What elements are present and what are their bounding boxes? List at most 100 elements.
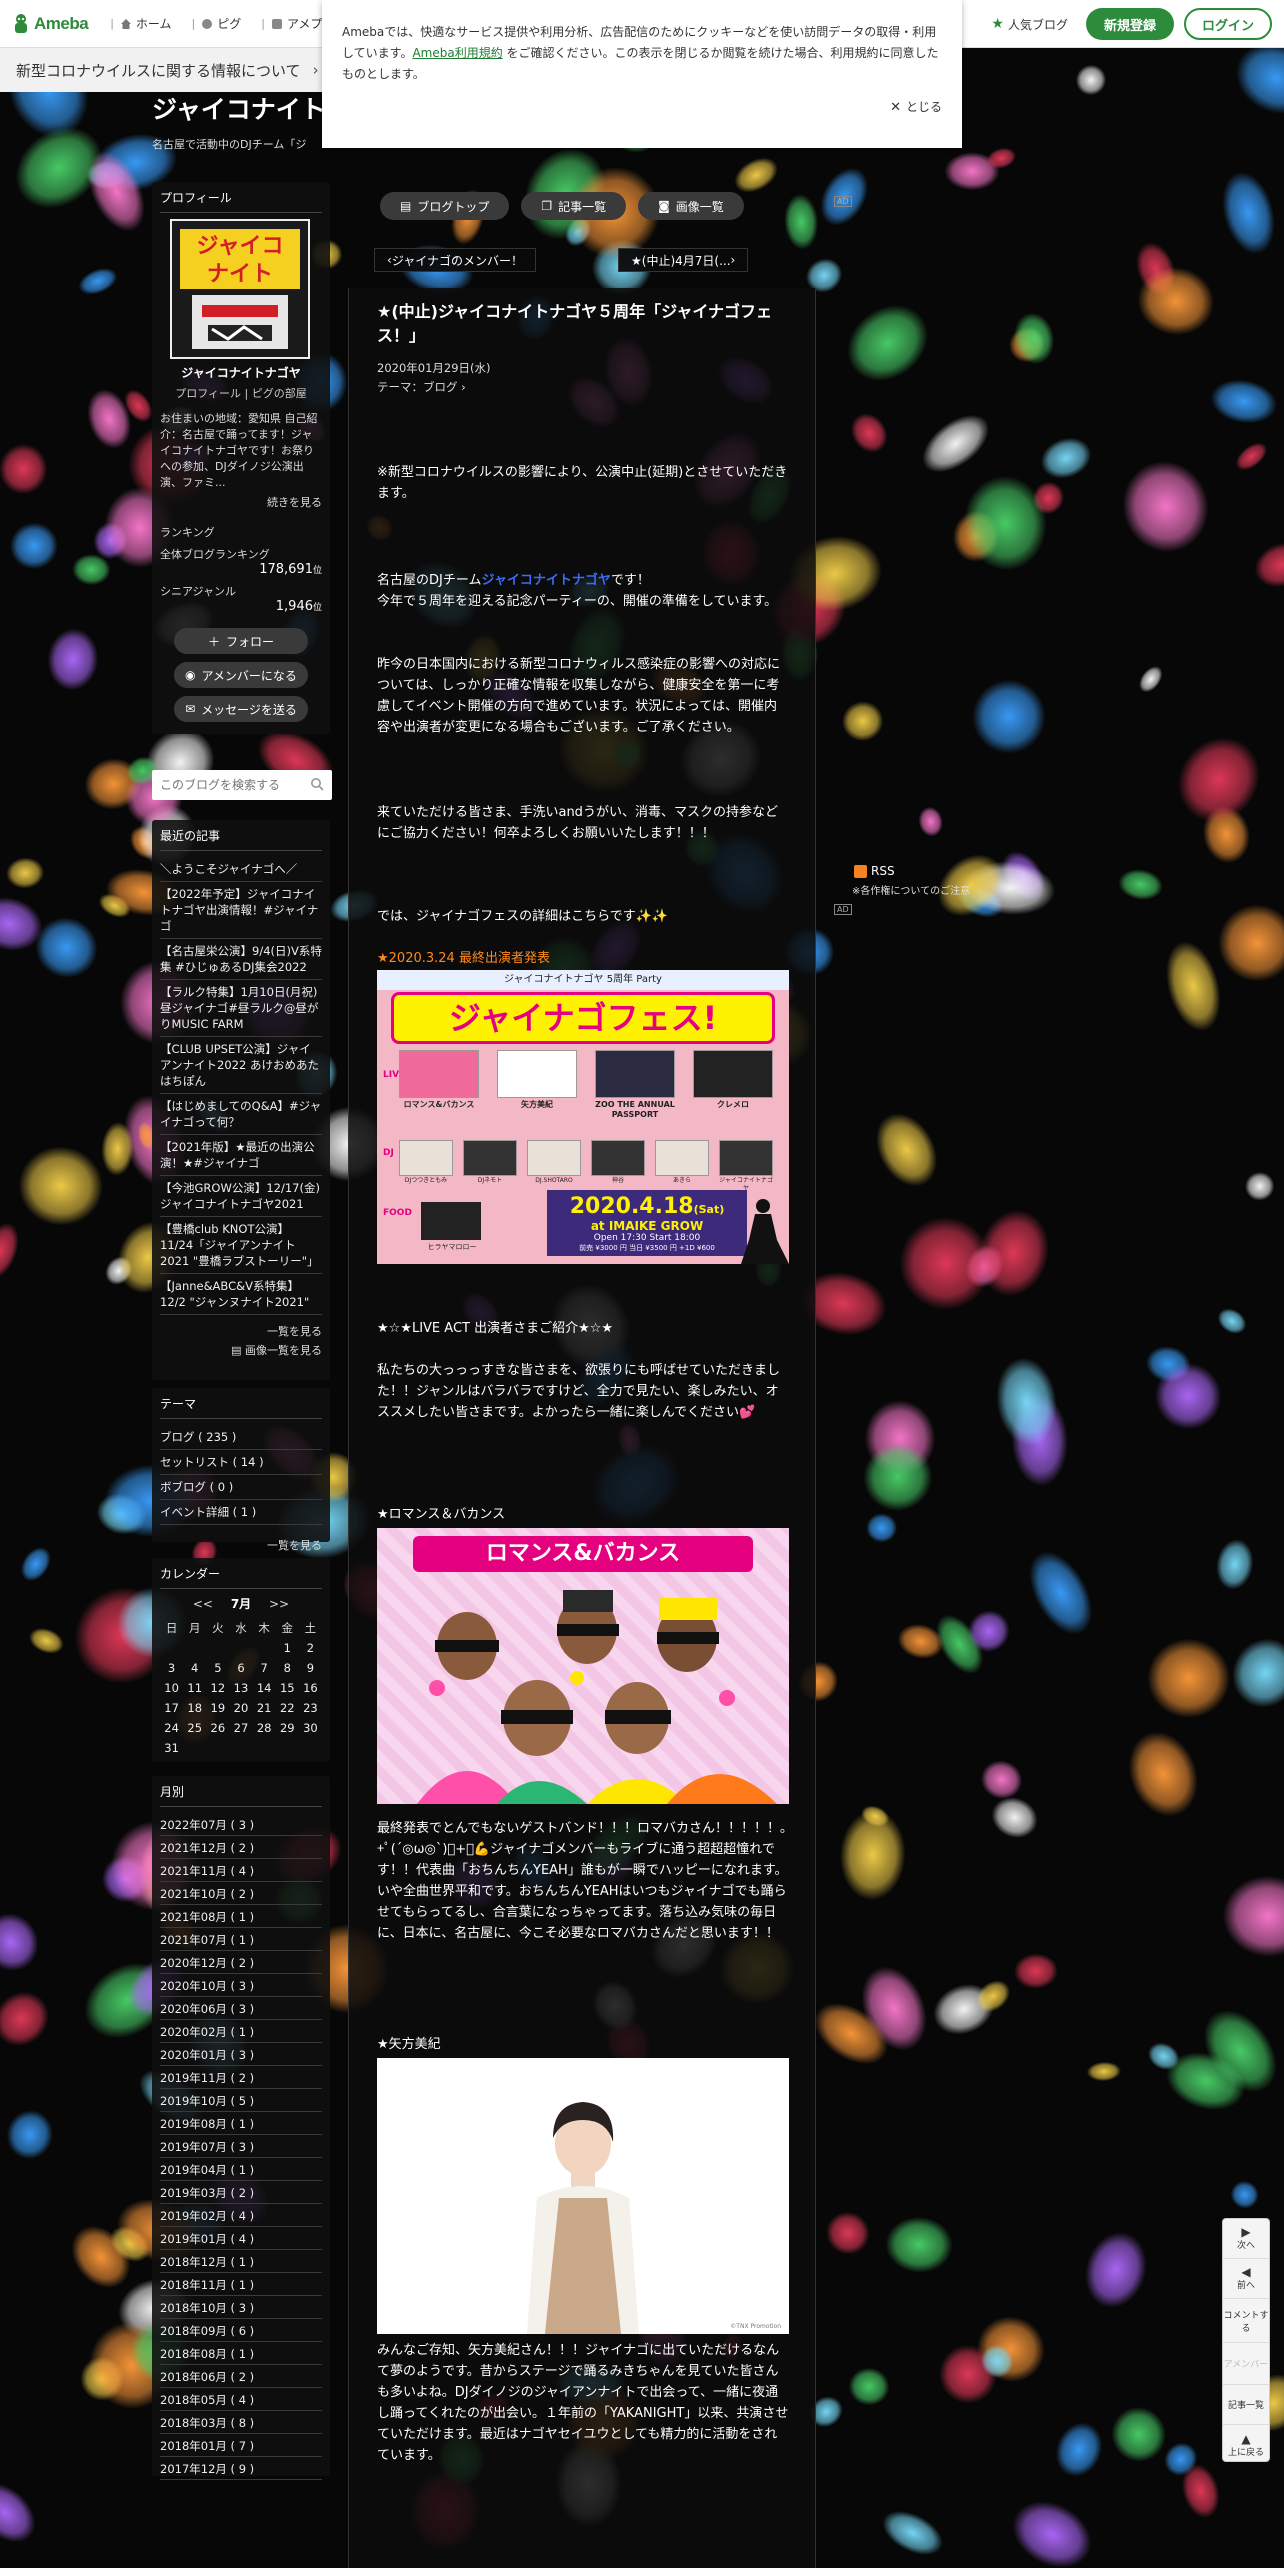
- cookie-close-button[interactable]: ✕ とじる: [890, 97, 942, 118]
- tab-blog-top[interactable]: ▤ ブログトップ: [380, 192, 510, 220]
- ameba-logo[interactable]: Ameba: [12, 0, 89, 48]
- archive-item[interactable]: 2021年11月 ( 4 ): [160, 1859, 322, 1882]
- archive-item[interactable]: 2017年12月 ( 9 ): [160, 2457, 322, 2480]
- nav-pigg[interactable]: | ピグ: [182, 0, 252, 48]
- article-title[interactable]: ★(中止)ジャイコナイトナゴヤ５周年「ジャイナゴフェス！」: [377, 300, 787, 348]
- fes-flyer-image[interactable]: ジャイコナイトナゴヤ 5周年 Party ジャイナゴフェス! LIVE ロマンス…: [377, 970, 789, 1264]
- recent-item[interactable]: 【2022年予定】ジャイコナイトナゴヤ出演情報！#ジャイナゴ: [160, 882, 322, 939]
- recent-item[interactable]: 【豊橋club KNOT公演】11/24「ジャイアンナイト2021 "豊橋ラブス…: [160, 1217, 322, 1274]
- next-article-link[interactable]: ★(中止)4月7日(... ›: [618, 248, 749, 272]
- archive-item[interactable]: 2018年01月 ( 7 ): [160, 2434, 322, 2457]
- recent-item[interactable]: 【ラルク特集】1月10日(月祝)昼ジャイナゴ#昼ラルク@昼がりMUSIC FAR…: [160, 980, 322, 1037]
- article-list-button[interactable]: 記事一覧: [1223, 2385, 1269, 2425]
- message-button[interactable]: ✉ メッセージを送る: [174, 696, 308, 722]
- recent-item[interactable]: 【CLUB UPSET公演】ジャイアンナイト2022 あけおめあたはちぽん: [160, 1037, 322, 1094]
- search-icon[interactable]: [310, 777, 324, 791]
- signup-button[interactable]: 新規登録: [1085, 8, 1174, 40]
- profile-more-link[interactable]: 続きを見る: [160, 494, 322, 510]
- back-to-top-button[interactable]: ▲ 上に戻る: [1223, 2425, 1269, 2465]
- profile-links[interactable]: プロフィール | ピグの部屋: [160, 385, 322, 401]
- archive-item[interactable]: 2022年07月 ( 3 ): [160, 1813, 322, 1836]
- tab-article-list[interactable]: ❐ 記事一覧: [521, 192, 627, 220]
- portrait-art: [527, 2102, 639, 2334]
- archive-item[interactable]: 2019年02月 ( 4 ): [160, 2204, 322, 2227]
- amember-nav-button[interactable]: アメンバー: [1223, 2343, 1269, 2385]
- profile-name[interactable]: ジャイコナイトナゴヤ: [160, 364, 322, 381]
- recent-item[interactable]: 【今池GROW公演】12/17(金)ジャイコナイトナゴヤ2021: [160, 1176, 322, 1217]
- archive-item[interactable]: 2018年12月 ( 1 ): [160, 2250, 322, 2273]
- themes-more-link[interactable]: 一覧を見る: [160, 1537, 322, 1553]
- prev-label: 前へ: [1236, 2281, 1255, 2291]
- bokeh-light: [10, 522, 58, 570]
- archive-item[interactable]: 2019年08月 ( 1 ): [160, 2112, 322, 2135]
- calendar-prev[interactable]: <<: [193, 1597, 213, 1611]
- image-list-link[interactable]: ▤ 画像一覧を見る: [160, 1342, 322, 1358]
- profile-image[interactable]: ジャイコ ナイト: [170, 219, 310, 359]
- rss-link[interactable]: RSS: [854, 864, 895, 878]
- dj-name: DJネモト: [477, 1177, 503, 1184]
- archive-item[interactable]: 2020年01月 ( 3 ): [160, 2043, 322, 2066]
- tab-image-list[interactable]: ◙ 画像一覧: [638, 192, 744, 220]
- login-button[interactable]: ログイン: [1183, 8, 1272, 40]
- archive-item[interactable]: 2021年07月 ( 1 ): [160, 1928, 322, 1951]
- archive-item[interactable]: 2019年10月 ( 5 ): [160, 2089, 322, 2112]
- follow-button[interactable]: ＋ フォロー: [174, 628, 308, 654]
- recent-item[interactable]: ＼ようこそジャイナゴへ／: [160, 857, 322, 882]
- act-name: ZOO THE ANNUAL PASSPORT: [595, 1100, 675, 1119]
- archive-item[interactable]: 2018年06月 ( 2 ): [160, 2365, 322, 2388]
- theme-item[interactable]: ボブログ ( 0 ): [160, 1475, 322, 1500]
- recent-item[interactable]: 【はじめましてのQ&A】#ジャイナゴって何？: [160, 1094, 322, 1135]
- terms-link[interactable]: Ameba利用規約: [412, 46, 502, 60]
- blog-title[interactable]: ジャイコナイト: [152, 90, 326, 126]
- comment-button[interactable]: コメントする: [1223, 2299, 1269, 2343]
- covid-info-bar[interactable]: 新型コロナウイルスに関する情報について ›: [0, 48, 330, 92]
- prev-article-link[interactable]: ‹ ジャイナゴのメンバー！: [374, 248, 536, 272]
- arrow-up-icon: ▲: [1241, 2431, 1251, 2446]
- amember-button[interactable]: ◉ アメンバーになる: [174, 662, 308, 688]
- archive-item[interactable]: 2019年07月 ( 3 ): [160, 2135, 322, 2158]
- yakata-miki-photo[interactable]: ©TNX Promotion: [377, 2058, 789, 2334]
- archive-item[interactable]: 2020年06月 ( 3 ): [160, 1997, 322, 2020]
- team-link[interactable]: ジャイコナイトナゴヤ: [481, 573, 610, 588]
- archive-item[interactable]: 2020年02月 ( 1 ): [160, 2020, 322, 2043]
- archive-item[interactable]: 2019年04月 ( 1 ): [160, 2158, 322, 2181]
- ranking-all-value[interactable]: 178,691位: [160, 562, 322, 577]
- article-theme[interactable]: テーマ：ブログ ›: [377, 379, 787, 395]
- recent-item[interactable]: 【2021年版】★最近の出演公演！★#ジャイナゴ: [160, 1135, 322, 1176]
- nav-home[interactable]: | ホーム: [100, 0, 181, 48]
- bokeh-light: [1014, 1953, 1058, 1989]
- archive-item[interactable]: 2019年11月 ( 2 ): [160, 2066, 322, 2089]
- recent-more-link[interactable]: 一覧を見る: [160, 1323, 322, 1339]
- archive-item[interactable]: 2018年05月 ( 4 ): [160, 2388, 322, 2411]
- calendar-next[interactable]: >>: [269, 1597, 289, 1611]
- archive-item[interactable]: 2018年03月 ( 8 ): [160, 2411, 322, 2434]
- theme-item[interactable]: イベント詳細 ( 1 ): [160, 1500, 322, 1525]
- romance-vacance-photo[interactable]: ロマンス&バカンス: [377, 1528, 789, 1804]
- archive-item[interactable]: 2018年09月 ( 6 ): [160, 2319, 322, 2342]
- archive-item[interactable]: 2019年03月 ( 2 ): [160, 2181, 322, 2204]
- theme-item[interactable]: ブログ ( 235 ): [160, 1425, 322, 1450]
- calendar-day: 5: [214, 1661, 222, 1675]
- archive-item[interactable]: 2018年11月 ( 1 ): [160, 2273, 322, 2296]
- ranking-senior-value[interactable]: 1,946位: [160, 599, 322, 614]
- theme-item[interactable]: セットリスト ( 14 ): [160, 1450, 322, 1475]
- archive-item[interactable]: 2018年10月 ( 3 ): [160, 2296, 322, 2319]
- recent-item[interactable]: 【Janne&ABC&V系特集】12/2 "ジャンヌナイト2021": [160, 1274, 322, 1315]
- archive-item[interactable]: 2020年12月 ( 2 ): [160, 1951, 322, 1974]
- archive-item[interactable]: 2021年10月 ( 2 ): [160, 1882, 322, 1905]
- archive-item[interactable]: 2021年08月 ( 1 ): [160, 1905, 322, 1928]
- search-input[interactable]: [160, 778, 300, 792]
- cookie-close-label: とじる: [905, 100, 942, 114]
- archive-item[interactable]: 2019年01月 ( 4 ): [160, 2227, 322, 2250]
- archive-item[interactable]: 2020年10月 ( 3 ): [160, 1974, 322, 1997]
- yakata-heading: ★矢方美紀: [377, 2037, 441, 2052]
- archive-item[interactable]: 2018年08月 ( 1 ): [160, 2342, 322, 2365]
- rss-note[interactable]: ※各作権についてのご注意: [852, 882, 970, 897]
- prev-button[interactable]: ◀ 前へ: [1223, 2259, 1269, 2299]
- calendar-day: 6: [237, 1661, 245, 1675]
- next-button[interactable]: ▶ 次へ: [1223, 2219, 1269, 2259]
- archive-item[interactable]: 2021年12月 ( 2 ): [160, 1836, 322, 1859]
- recent-item[interactable]: 【名古屋栄公演】9/4(日)V系特集 #ひじゅあるDJ集会2022: [160, 939, 322, 980]
- popular-blog-link[interactable]: ★ 人気ブログ: [991, 16, 1068, 33]
- calendar-day: 26: [210, 1721, 226, 1735]
